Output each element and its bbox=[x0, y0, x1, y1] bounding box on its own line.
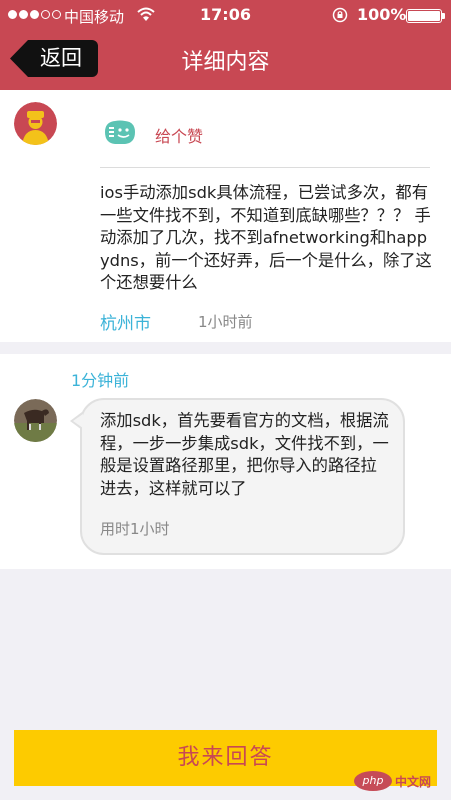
avatar[interactable] bbox=[14, 102, 57, 145]
answer-time: 1分钟前 bbox=[71, 371, 130, 390]
status-bar: 中国移动 17:06 100% bbox=[0, 0, 451, 30]
answer-card: 1分钟前 添加sdk，首先要看官方的文档，根据流程，一步一步集成sdk，文件找不… bbox=[0, 354, 451, 569]
bubble-tail-inner bbox=[73, 414, 83, 428]
answer-text: 添加sdk，首先要看官方的文档，根据流程，一步一步集成sdk，文件找不到，一般是… bbox=[100, 411, 389, 498]
like-icon[interactable] bbox=[103, 118, 137, 148]
answer-duration: 用时1小时 bbox=[100, 520, 170, 538]
battery-percentage: 100% bbox=[357, 5, 407, 24]
answer-avatar[interactable] bbox=[14, 399, 57, 442]
question-card: 给个赞 ios手动添加sdk具体流程，已尝试多次，都有一些文件找不到，不知道到底… bbox=[0, 90, 451, 342]
header: 中国移动 17:06 100% 返回 详细内容 bbox=[0, 0, 451, 90]
question-text: ios手动添加sdk具体流程，已尝试多次，都有一些文件找不到，不知道到底缺哪些？… bbox=[100, 183, 432, 292]
question-time: 1小时前 bbox=[198, 313, 253, 331]
page-title: 详细内容 bbox=[181, 50, 270, 75]
watermark-text: 中文网 bbox=[395, 774, 432, 789]
rotation-lock-icon bbox=[332, 7, 348, 23]
like-label[interactable]: 给个赞 bbox=[155, 123, 203, 147]
watermark-logo: php bbox=[354, 771, 392, 791]
divider bbox=[100, 167, 430, 168]
location-label: 杭州市 bbox=[100, 314, 151, 334]
battery-icon bbox=[406, 9, 445, 23]
watermark: php 中文网 bbox=[354, 768, 444, 794]
answer-bubble: 添加sdk，首先要看官方的文档，根据流程，一步一步集成sdk，文件找不到，一般是… bbox=[80, 398, 405, 555]
screen: 中国移动 17:06 100% 返回 详细内容 给个赞 ios手动添加sdk具体… bbox=[0, 0, 451, 800]
